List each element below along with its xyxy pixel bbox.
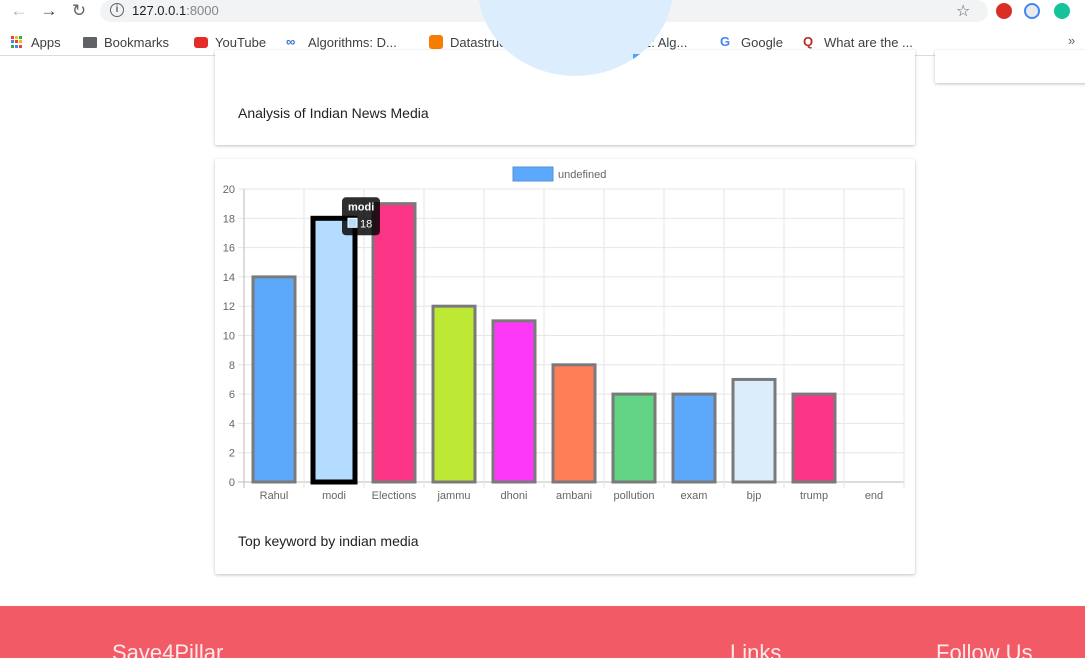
bar-exam	[671, 392, 717, 484]
chart-legend[interactable]: undefined	[512, 166, 606, 182]
y-tick-label: 10	[223, 331, 235, 343]
more-bookmarks-chevron[interactable]: »	[1068, 33, 1075, 48]
y-tick-label: 20	[223, 184, 235, 196]
x-tick-label: jammu	[436, 490, 470, 502]
bookmark-star-icon[interactable]: ☆	[956, 1, 970, 21]
x-tick-label: Elections	[372, 490, 417, 502]
bookmark-label: Bookmarks	[104, 34, 170, 50]
apps-grid-icon	[11, 35, 24, 49]
x-axis: Rahul modi Elections jammu dhoni ambani pollut…	[260, 490, 884, 502]
bookmark-quora[interactable]: Q What are the ...	[803, 33, 913, 51]
x-tick-label: trump	[800, 490, 828, 502]
x-tick-label: pollution	[614, 490, 655, 502]
legend-label: undefined	[558, 169, 606, 181]
footer-links-heading: Links	[730, 640, 782, 658]
blogger-icon	[429, 35, 443, 49]
bookmark-label: Google	[741, 34, 783, 50]
back-arrow-icon[interactable]: ←	[10, 2, 28, 20]
bar-elections	[371, 202, 417, 484]
keyword-card-caption: Top keyword by indian media	[238, 533, 419, 549]
x-tick-label: exam	[681, 490, 708, 502]
tooltip-swatch	[347, 217, 358, 228]
news-card-caption: Analysis of Indian News Media	[238, 105, 429, 121]
y-tick-label: 12	[223, 301, 235, 313]
bookmark-apps[interactable]: Apps	[11, 33, 61, 51]
footer-brand: Save4Pillar	[112, 640, 224, 658]
pie-chart-fragment	[478, 0, 673, 76]
x-tick-label: ambani	[556, 490, 592, 502]
x-tick-label: modi	[322, 490, 346, 502]
adblock-extension-icon[interactable]	[996, 3, 1012, 19]
y-tick-label: 8	[229, 360, 235, 372]
bar-pollution	[611, 392, 657, 484]
coursera-icon: ∞	[286, 34, 296, 49]
bar-ambani	[551, 363, 597, 484]
bookmark-label: Apps	[31, 34, 61, 50]
y-tick-label: 0	[229, 477, 235, 489]
bar-dhoni	[491, 319, 537, 484]
bar-bjp	[731, 377, 777, 484]
x-tick-label: dhoni	[501, 490, 528, 502]
forward-arrow-icon[interactable]: →	[40, 2, 58, 20]
bookmark-google[interactable]: G Google	[720, 33, 783, 51]
keyword-chart-card: undefined 0 2 4 6 8 10 12 14 16 18 20 Rahul modi Ele…	[215, 159, 915, 574]
x-tick-label: bjp	[747, 490, 762, 502]
url-host: 127.0.0.1	[132, 3, 187, 18]
quora-icon: Q	[803, 34, 814, 49]
bookmark-label: What are the ...	[824, 34, 913, 50]
y-tick-label: 18	[223, 213, 235, 225]
y-tick-label: 16	[223, 243, 235, 255]
sidebar-card	[935, 50, 1085, 83]
bookmark-bookmarks-folder[interactable]: Bookmarks	[83, 33, 169, 51]
tooltip-value: 18	[360, 218, 372, 230]
bar-jammu	[431, 304, 477, 484]
profile-extension-icon[interactable]	[1024, 3, 1040, 19]
bar-modi	[310, 215, 358, 485]
news-analysis-card: Analysis of Indian News Media	[215, 0, 915, 145]
footer-follow-heading: Follow Us	[936, 640, 1033, 658]
x-tick-label: Rahul	[260, 490, 289, 502]
url-text: 127.0.0.1:8000	[132, 3, 219, 18]
site-info-icon[interactable]: i	[110, 3, 124, 17]
grammarly-extension-icon[interactable]	[1054, 3, 1070, 19]
bookmark-label: YouTube	[215, 34, 267, 50]
site-footer: Save4Pillar Links Follow Us	[0, 606, 1085, 658]
url-port: :8000	[186, 3, 219, 18]
y-tick-label: 4	[229, 418, 235, 430]
bookmark-youtube[interactable]: YouTube	[194, 33, 266, 51]
pie-slice	[633, 54, 663, 72]
x-tick-label: end	[865, 490, 883, 502]
folder-icon	[83, 36, 97, 48]
bookmark-algorithms[interactable]: ∞ Algorithms: D...	[286, 33, 397, 51]
bar-trump	[791, 392, 837, 484]
reload-icon[interactable]: ↻	[70, 2, 88, 20]
tooltip-title: modi	[348, 201, 374, 213]
y-tick-label: 6	[229, 389, 235, 401]
y-tick-label: 14	[223, 272, 235, 284]
y-tick-label: 2	[229, 448, 235, 460]
bar-rahul	[251, 275, 297, 484]
chart-tooltip: modi 18	[342, 197, 380, 236]
bookmark-label: Algorithms: D...	[308, 34, 397, 50]
keyword-bar-chart[interactable]: undefined 0 2 4 6 8 10 12 14 16 18 20 Rahul modi Ele…	[215, 159, 915, 519]
y-axis: 0 2 4 6 8 10 12 14 16 18 20	[223, 184, 235, 489]
google-icon: G	[720, 34, 731, 49]
youtube-icon	[194, 36, 208, 48]
legend-swatch	[512, 166, 554, 182]
